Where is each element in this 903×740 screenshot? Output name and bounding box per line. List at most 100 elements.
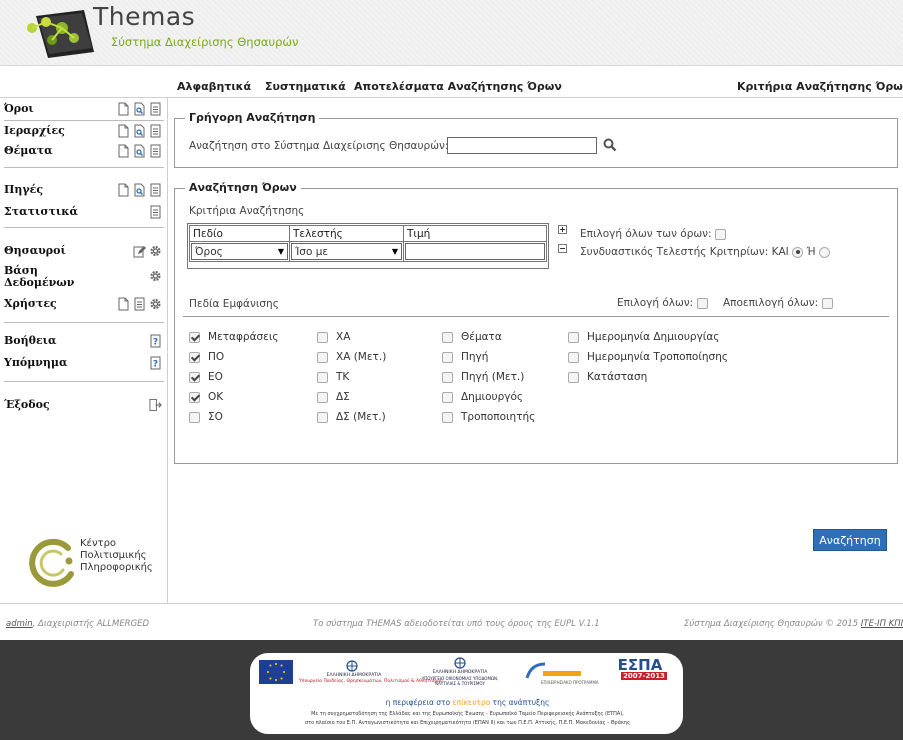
sidebar-item-label: Στατιστικά (4, 205, 78, 218)
nav-search-criteria[interactable]: Κριτήρια Αναζήτησης Όρων (737, 80, 903, 93)
display-field-checkbox[interactable] (317, 351, 328, 363)
sidebar-item-label: Βοήθεια (4, 334, 57, 347)
new-icon[interactable] (117, 144, 130, 158)
display-field-option[interactable]: ΧΑ (Μετ.) (317, 351, 386, 363)
display-field-checkbox[interactable] (189, 411, 200, 423)
display-field-checkbox[interactable] (442, 391, 453, 403)
copyright-link[interactable]: ITE-ΙΠ ΚΠΠ (861, 619, 903, 629)
display-field-label: ΕΟ (208, 371, 223, 383)
display-field-checkbox[interactable] (189, 371, 200, 383)
select-all-terms-checkbox[interactable] (714, 228, 726, 240)
sidebar-item-thesauri[interactable]: Θησαυροί (4, 243, 164, 261)
display-field-checkbox[interactable] (442, 411, 453, 423)
display-field-checkbox[interactable] (317, 391, 328, 403)
display-field-label: ΔΣ (336, 391, 350, 403)
exit-icon[interactable] (149, 398, 162, 412)
sidebar-item-database[interactable]: Βάση Δεδομένων (4, 263, 164, 291)
display-field-option[interactable]: Μεταφράσεις (189, 331, 279, 343)
display-field-checkbox[interactable] (568, 351, 579, 363)
tagline-part-c: της ανάπτυξης (490, 698, 550, 707)
display-field-checkbox[interactable] (568, 371, 579, 383)
user-link[interactable]: admin (6, 619, 33, 629)
status-bar: admin, Διαχειριστής ALLMERGED Το σύστημα… (0, 603, 903, 640)
sidebar-item-hierarchies[interactable]: Ιεραρχίες (4, 123, 164, 141)
display-field-option[interactable]: Πηγή (Μετ.) (442, 371, 524, 383)
new-icon[interactable] (117, 297, 130, 311)
display-field-option[interactable]: Θέματα (442, 331, 502, 343)
nav-systematic[interactable]: Συστηματικά (265, 80, 346, 93)
sidebar-item-terms[interactable]: Όροι (4, 101, 164, 119)
list-icon[interactable] (149, 183, 162, 197)
sidebar-item-label: Όροι (4, 102, 34, 115)
operator-select[interactable]: Ίσο με ▼ (291, 243, 402, 260)
search-doc-icon[interactable] (133, 144, 146, 158)
sidebar-divider (4, 120, 164, 121)
search-doc-icon[interactable] (133, 102, 146, 116)
search-icon[interactable] (603, 138, 617, 152)
sidebar-item-statistics[interactable]: Στατιστικά (4, 204, 164, 222)
search-doc-icon[interactable] (133, 124, 146, 138)
sidebar-item-topics[interactable]: Θέματα (4, 143, 164, 161)
connector-and-radio[interactable] (792, 246, 804, 258)
display-field-option[interactable]: ΤΚ (317, 371, 349, 383)
help-icon[interactable]: ? (149, 334, 162, 348)
list-icon[interactable] (149, 205, 162, 219)
gear-icon[interactable] (149, 269, 162, 283)
nav-search-results[interactable]: Αποτελέσματα Αναζήτησης Όρων (354, 80, 562, 93)
display-field-checkbox[interactable] (317, 331, 328, 343)
list-icon[interactable] (133, 297, 146, 311)
ministry-1: Υπουργείο Παιδείας, Θρησκευμάτων, Πολιτι… (299, 679, 443, 684)
select-all-checkbox[interactable] (696, 297, 708, 309)
new-icon[interactable] (117, 183, 130, 197)
display-field-checkbox[interactable] (442, 351, 453, 363)
list-icon[interactable] (149, 144, 162, 158)
display-field-checkbox[interactable] (317, 411, 328, 423)
display-field-option[interactable]: ΠΟ (189, 351, 224, 363)
sidebar-item-users[interactable]: Χρήστες (4, 296, 164, 314)
display-field-option[interactable]: Ημερομηνία Τροποποίησης (568, 351, 728, 363)
display-field-option[interactable]: Τροποποιητής (442, 411, 535, 423)
value-input[interactable] (405, 243, 545, 260)
new-icon[interactable] (117, 102, 130, 116)
deselect-all-checkbox[interactable] (821, 297, 833, 309)
sidebar-item-help[interactable]: Βοήθεια ? (4, 333, 164, 351)
nav-alphabetical[interactable]: Αλφαβητικά (177, 80, 251, 93)
display-field-option[interactable]: ΕΟ (189, 371, 223, 383)
help-icon[interactable]: ? (149, 356, 162, 370)
display-field-option[interactable]: Κατάσταση (568, 371, 647, 383)
display-field-checkbox[interactable] (568, 331, 579, 343)
sidebar-item-legend[interactable]: Υπόμνημα ? (4, 355, 164, 373)
display-field-label: ΧΑ (336, 331, 351, 343)
display-field-option[interactable]: ΟΚ (189, 391, 223, 403)
list-icon[interactable] (149, 102, 162, 116)
remove-criterion-icon[interactable] (558, 244, 567, 253)
display-field-checkbox[interactable] (442, 371, 453, 383)
display-field-checkbox[interactable] (189, 351, 200, 363)
search-button[interactable]: Αναζήτηση (813, 529, 887, 551)
display-field-checkbox[interactable] (317, 371, 328, 383)
top-navigation: Αλφαβητικά Συστηματικά Αποτελέσματα Αναζ… (0, 74, 903, 98)
display-field-option[interactable]: ΔΣ (Μετ.) (317, 411, 386, 423)
sidebar-item-sources[interactable]: Πηγές (4, 182, 164, 200)
connector-or-radio[interactable] (818, 246, 830, 258)
list-icon[interactable] (149, 124, 162, 138)
display-field-option[interactable]: ΣΟ (189, 411, 223, 423)
sidebar-item-exit[interactable]: Έξοδος (4, 397, 164, 415)
search-doc-icon[interactable] (133, 183, 146, 197)
gear-icon[interactable] (149, 297, 162, 311)
field-select[interactable]: Όρος ▼ (191, 243, 288, 260)
quick-search-input[interactable] (447, 137, 597, 154)
display-field-option[interactable]: Πηγή (442, 351, 488, 363)
edit-icon[interactable] (133, 244, 146, 258)
new-icon[interactable] (117, 124, 130, 138)
add-criterion-icon[interactable] (558, 225, 567, 234)
display-field-checkbox[interactable] (189, 391, 200, 403)
display-field-checkbox[interactable] (189, 331, 200, 343)
display-field-option[interactable]: Δημιουργός (442, 391, 523, 403)
ministry-2: ΥΠΟΥΡΓΕΙΟ ΟΙΚΟΝΟΜΙΑΣ ΥΠΟΔΟΜΩΝ, ΝΑΥΤΙΛΙΑΣ… (421, 676, 499, 686)
display-field-option[interactable]: ΧΑ (317, 331, 350, 343)
display-field-checkbox[interactable] (442, 331, 453, 343)
gear-icon[interactable] (149, 244, 162, 258)
display-field-option[interactable]: Ημερομηνία Δημιουργίας (568, 331, 719, 343)
display-field-option[interactable]: ΔΣ (317, 391, 350, 403)
